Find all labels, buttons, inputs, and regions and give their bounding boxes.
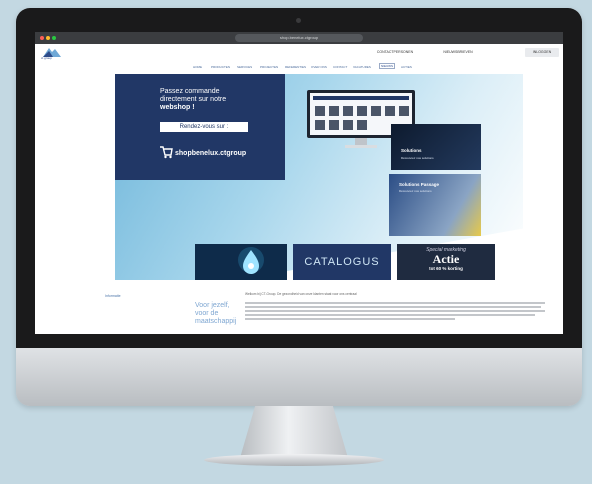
hero-line-2: directement sur notre: [160, 96, 227, 103]
site-header: ct group CONTACTPERSONEN NIEUWSBRIEVEN I…: [35, 44, 563, 61]
hero-title: Passez commande directement sur notre we…: [160, 88, 280, 112]
section-intro: Welkom bij CT-Group. De gezondheid van o…: [245, 292, 357, 296]
login-button[interactable]: INLOGGEN: [525, 48, 559, 57]
camera-icon: [296, 18, 301, 23]
nav-item-contact[interactable]: CONTACT: [333, 65, 347, 69]
passage-card[interactable]: Solutions Passage Découvrez nos solution…: [389, 174, 481, 236]
nav-item-referenties[interactable]: REFERENTIES: [285, 65, 306, 69]
paragraph-line: [245, 318, 455, 320]
hero-line-1: Passez commande: [160, 88, 220, 95]
nav-item-nieuws[interactable]: NIEUWS: [379, 63, 395, 69]
passage-card-title: Solutions Passage: [399, 182, 440, 187]
screen: shop.benelux.ctgroup ct group CONTACTPER…: [35, 32, 563, 334]
address-bar[interactable]: shop.benelux.ctgroup: [235, 34, 363, 42]
logo-text: ct group: [41, 56, 52, 60]
nav-item-acties[interactable]: ACTIES: [401, 65, 412, 69]
solutions-card-sub: Découvrez nos solutions: [401, 156, 434, 160]
shop-button[interactable]: Rendez-vous sur :: [160, 122, 248, 132]
contactpersonen-button[interactable]: CONTACTPERSONEN: [365, 48, 425, 57]
paragraph-line: [245, 306, 541, 308]
nav-item-over-ons[interactable]: OVER ONS: [311, 65, 327, 69]
browser-toolbar: shop.benelux.ctgroup: [35, 32, 563, 44]
nav-item-services[interactable]: SERVICES: [237, 65, 252, 69]
water-tile[interactable]: [195, 244, 287, 280]
nav-item-home[interactable]: HOME: [193, 65, 202, 69]
actie-tile[interactable]: Special marketing Actie tot 60 % korting: [397, 244, 495, 280]
catalogus-tile[interactable]: CATALOGUS: [293, 244, 391, 280]
nav-item-vacatures[interactable]: VACATURES: [353, 65, 371, 69]
actie-sub-text: tot 60 % korting: [429, 266, 463, 271]
hero-line-3: webshop !: [160, 104, 195, 111]
shop-url-link[interactable]: shopbenelux.ctgroup: [175, 150, 246, 157]
minimize-icon[interactable]: [46, 36, 50, 40]
paragraph-line: [245, 314, 535, 316]
actie-main-text: Actie: [432, 252, 460, 266]
monitor-stand: [240, 406, 348, 458]
main-nav: HOME PRODUCTEN SERVICES PROJECTEN REFERE…: [35, 62, 563, 72]
passage-card-sub: Découvrez nos solutions: [399, 189, 432, 193]
monitor: shop.benelux.ctgroup ct group CONTACTPER…: [16, 8, 582, 406]
cart-icon: [160, 146, 173, 159]
nav-item-projecten[interactable]: PROJECTEN: [260, 65, 278, 69]
side-link[interactable]: Informatie: [105, 294, 121, 298]
paragraph-line: [245, 310, 545, 312]
solutions-card-title: Solutions: [401, 148, 422, 153]
nieuwsbrieven-button[interactable]: NIEUWSBRIEVEN: [433, 48, 483, 57]
monitor-chin: [16, 348, 582, 406]
water-drop-icon: [238, 247, 264, 274]
solutions-card[interactable]: Solutions Découvrez nos solutions: [391, 124, 481, 170]
nav-item-producten[interactable]: PRODUCTEN: [211, 65, 230, 69]
close-icon[interactable]: [40, 36, 44, 40]
paragraph-line: [245, 302, 545, 304]
monitor-base: [204, 454, 384, 466]
maximize-icon[interactable]: [52, 36, 56, 40]
section-heading: Voor jezelf, voor de maatschappij: [195, 302, 237, 325]
monitor-bezel: shop.benelux.ctgroup ct group CONTACTPER…: [16, 8, 582, 348]
